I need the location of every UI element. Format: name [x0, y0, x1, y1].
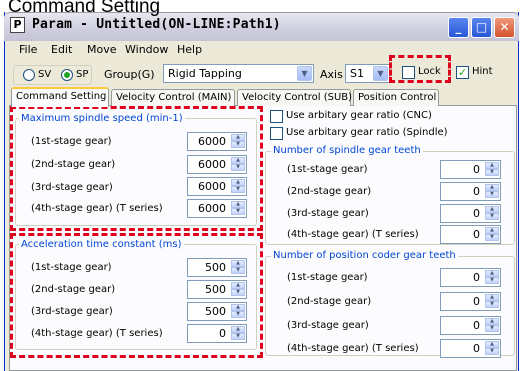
chevron-down-icon[interactable]: ▼ — [297, 66, 312, 81]
spinner[interactable]: ▲ ▼ — [485, 270, 499, 285]
spinner[interactable]: ▲ ▼ — [485, 341, 499, 356]
group-label: Group(G) — [104, 68, 155, 81]
spindle-teeth-label-3: (3rd-stage gear) — [287, 208, 369, 219]
spindle-teeth-label-2: (2nd-stage gear) — [287, 186, 372, 197]
cnc-label: Use arbitary gear ratio (CNC) — [286, 110, 432, 121]
coder-teeth-input-2[interactable]: 0 ▲ ▼ — [440, 292, 501, 311]
spindle-teeth-label-1: (1st-stage gear) — [287, 164, 368, 175]
tab-velocity-main[interactable]: Velocity Control (MAIN) — [111, 89, 235, 106]
maximize-button[interactable]: □ — [471, 17, 492, 38]
menu-help[interactable]: Help — [177, 43, 202, 56]
highlight-max-speed — [10, 106, 263, 231]
spindle-teeth-label-4: (4th-stage gear) (T series) — [287, 229, 419, 240]
spinner[interactable]: ▲ ▼ — [485, 227, 499, 242]
spinner[interactable]: ▲ ▼ — [485, 294, 499, 309]
coder-teeth-label-3: (3rd-stage gear) — [287, 320, 369, 331]
spindle-teeth-input-1[interactable]: 0 ▲ ▼ — [440, 160, 501, 179]
sp-label: SP — [76, 69, 89, 80]
hint-checkbox[interactable]: ✓ — [456, 66, 469, 79]
minimize-button[interactable]: _ — [448, 17, 469, 38]
axis-select-value: S1 — [350, 67, 364, 80]
sv-radio[interactable] — [23, 69, 35, 81]
tab-command-setting[interactable]: Command Setting — [11, 87, 109, 107]
hint-label: Hint — [472, 66, 493, 77]
spindle-teeth-title: Number of spindle gear teeth — [271, 145, 423, 156]
menu-move[interactable]: Move — [87, 43, 117, 56]
group-select[interactable]: Rigid Tapping ▼ — [163, 64, 314, 83]
axis-label: Axis — [320, 68, 343, 81]
spindle-label: Use arbitary gear ratio (Spindle) — [286, 127, 448, 138]
coder-teeth-label-4: (4th-stage gear) (T series) — [287, 343, 419, 354]
cnc-checkbox[interactable] — [270, 110, 283, 123]
spinner[interactable]: ▲ ▼ — [485, 162, 499, 177]
sp-radio[interactable] — [61, 69, 73, 81]
spindle-teeth-input-4[interactable]: 0 ▲ ▼ — [440, 225, 501, 244]
coder-teeth-input-4[interactable]: 0 ▲ ▼ — [440, 339, 501, 358]
app-icon: P — [10, 17, 25, 33]
tab-velocity-sub[interactable]: Velocity Control (SUB) — [237, 89, 352, 106]
menu-file[interactable]: File — [19, 43, 37, 56]
window-title: Param - Untitled(ON-LINE:Path1) — [32, 17, 281, 32]
tab-position-control[interactable]: Position Control — [353, 89, 439, 106]
spinner[interactable]: ▲ ▼ — [485, 206, 499, 221]
spindle-teeth-input-3[interactable]: 0 ▲ ▼ — [440, 204, 501, 223]
caption-text: Command Setting — [8, 0, 161, 17]
coder-teeth-input-1[interactable]: 0 ▲ ▼ — [440, 268, 501, 287]
coder-teeth-title: Number of position coder gear teeth — [271, 250, 458, 261]
spinner[interactable]: ▲ ▼ — [485, 184, 499, 199]
highlight-accel — [10, 233, 263, 358]
highlight-lock — [389, 55, 451, 83]
coder-teeth-label-2: (2nd-stage gear) — [287, 296, 372, 307]
axis-select[interactable]: S1 ▼ — [345, 64, 390, 83]
menu-edit[interactable]: Edit — [51, 43, 72, 56]
sv-label: SV — [38, 69, 52, 80]
coder-teeth-input-3[interactable]: 0 ▲ ▼ — [440, 316, 501, 335]
close-button[interactable]: ✕ — [494, 17, 515, 38]
spinner[interactable]: ▲ ▼ — [485, 318, 499, 333]
group-select-value: Rigid Tapping — [168, 67, 242, 80]
chevron-down-icon[interactable]: ▼ — [373, 66, 388, 81]
coder-teeth-label-1: (1st-stage gear) — [287, 272, 368, 283]
spindle-teeth-input-2[interactable]: 0 ▲ ▼ — [440, 182, 501, 201]
menu-window[interactable]: Window — [125, 43, 168, 56]
spindle-checkbox[interactable] — [270, 127, 283, 140]
